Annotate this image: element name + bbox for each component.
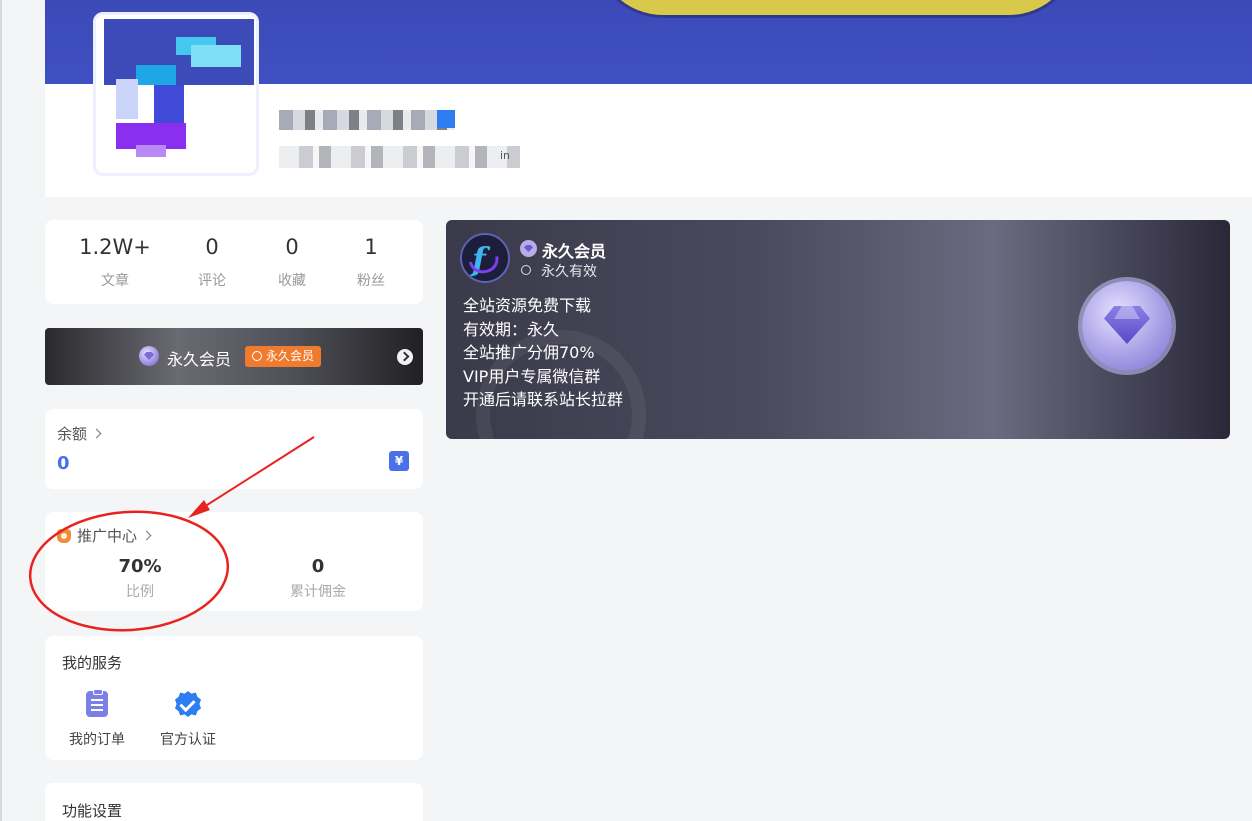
stat-value: 1.2W+	[79, 235, 151, 259]
verified-mark	[437, 110, 455, 128]
settings-card: 功能设置	[45, 783, 423, 821]
vip-status-bar[interactable]: 永久会员 永久会员	[45, 328, 423, 385]
benefit-item: 全站推广分佣70%	[463, 343, 595, 362]
promotion-card[interactable]: 推广中心 70% 比例 0 累计佣金	[45, 512, 423, 611]
stats-card: 1.2W+ 文章 0 评论 0 收藏 1 粉丝	[45, 220, 423, 304]
service-official-verification[interactable]: 官方认证	[148, 691, 228, 749]
clock-icon	[252, 351, 262, 361]
diamond-icon	[1104, 306, 1150, 344]
stat-articles[interactable]: 1.2W+ 文章	[65, 234, 165, 290]
total-commission-value: 0	[311, 556, 325, 577]
stat-label: 文章	[101, 273, 129, 289]
commission-ratio: 70% 比例	[65, 556, 215, 601]
clock-icon	[521, 265, 531, 275]
diamond-icon	[139, 346, 159, 366]
diamond-badge-icon	[1082, 281, 1172, 371]
verified-badge-icon	[175, 691, 201, 717]
service-label: 官方认证	[160, 732, 216, 748]
settings-title: 功能设置	[62, 802, 123, 820]
benefit-item: VIP用户专属微信群	[463, 366, 601, 386]
benefit-item: 开通后请联系站长拉群	[463, 390, 624, 409]
benefit-item: 全站资源免费下载	[463, 296, 592, 315]
service-label: 我的订单	[69, 732, 125, 748]
vip-validity: 永久有效	[541, 264, 597, 280]
chevron-right-icon	[91, 428, 102, 439]
money-bag-icon	[57, 529, 71, 543]
clipboard-icon	[86, 689, 108, 717]
balance-value: 0	[57, 453, 70, 474]
user-bio-tail: in	[500, 149, 511, 162]
vip-badge-label: 永久会员	[266, 349, 315, 363]
promotion-title-label: 推广中心	[77, 527, 138, 545]
services-title: 我的服务	[62, 654, 123, 672]
benefit-item: 有效期：永久	[463, 319, 560, 339]
vip-card-title: 永久会员	[542, 242, 607, 261]
commission-ratio-value: 70%	[118, 556, 162, 577]
commission-ratio-label: 比例	[126, 584, 154, 600]
vip-membership-card: f 永久会员 永久有效 全站资源免费下载 有效期：永久 全站推广分佣70% VI…	[446, 220, 1230, 439]
stat-label: 粉丝	[357, 273, 385, 289]
vip-benefits: 全站资源免费下载 有效期：永久 全站推广分佣70% VIP用户专属微信群 开通后…	[463, 294, 623, 412]
total-commission: 0 累计佣金	[243, 556, 393, 601]
chevron-right-icon	[141, 530, 152, 541]
vip-badge: 永久会员	[245, 346, 322, 367]
vip-level: 永久会员	[167, 350, 232, 369]
page-edge	[0, 0, 2, 821]
stat-value: 1	[364, 235, 378, 259]
chevron-right-icon[interactable]	[397, 349, 413, 365]
avatar[interactable]	[93, 12, 259, 176]
balance-title-label: 余额	[57, 425, 88, 443]
balance-card[interactable]: 余额 0 ¥	[45, 409, 423, 489]
stat-followers[interactable]: 1 粉丝	[321, 234, 421, 290]
total-commission-label: 累计佣金	[290, 584, 346, 600]
diamond-icon	[520, 240, 537, 257]
wallet-icon[interactable]: ¥	[389, 451, 409, 471]
user-bio	[279, 146, 520, 168]
service-my-orders[interactable]: 我的订单	[57, 689, 137, 749]
services-card: 我的服务 我的订单 官方认证	[45, 636, 423, 760]
site-logo: f	[460, 233, 510, 283]
cover-shape	[593, 0, 1079, 18]
balance-title[interactable]: 余额	[57, 423, 102, 444]
username	[279, 110, 455, 130]
promotion-title[interactable]: 推广中心	[57, 525, 152, 546]
